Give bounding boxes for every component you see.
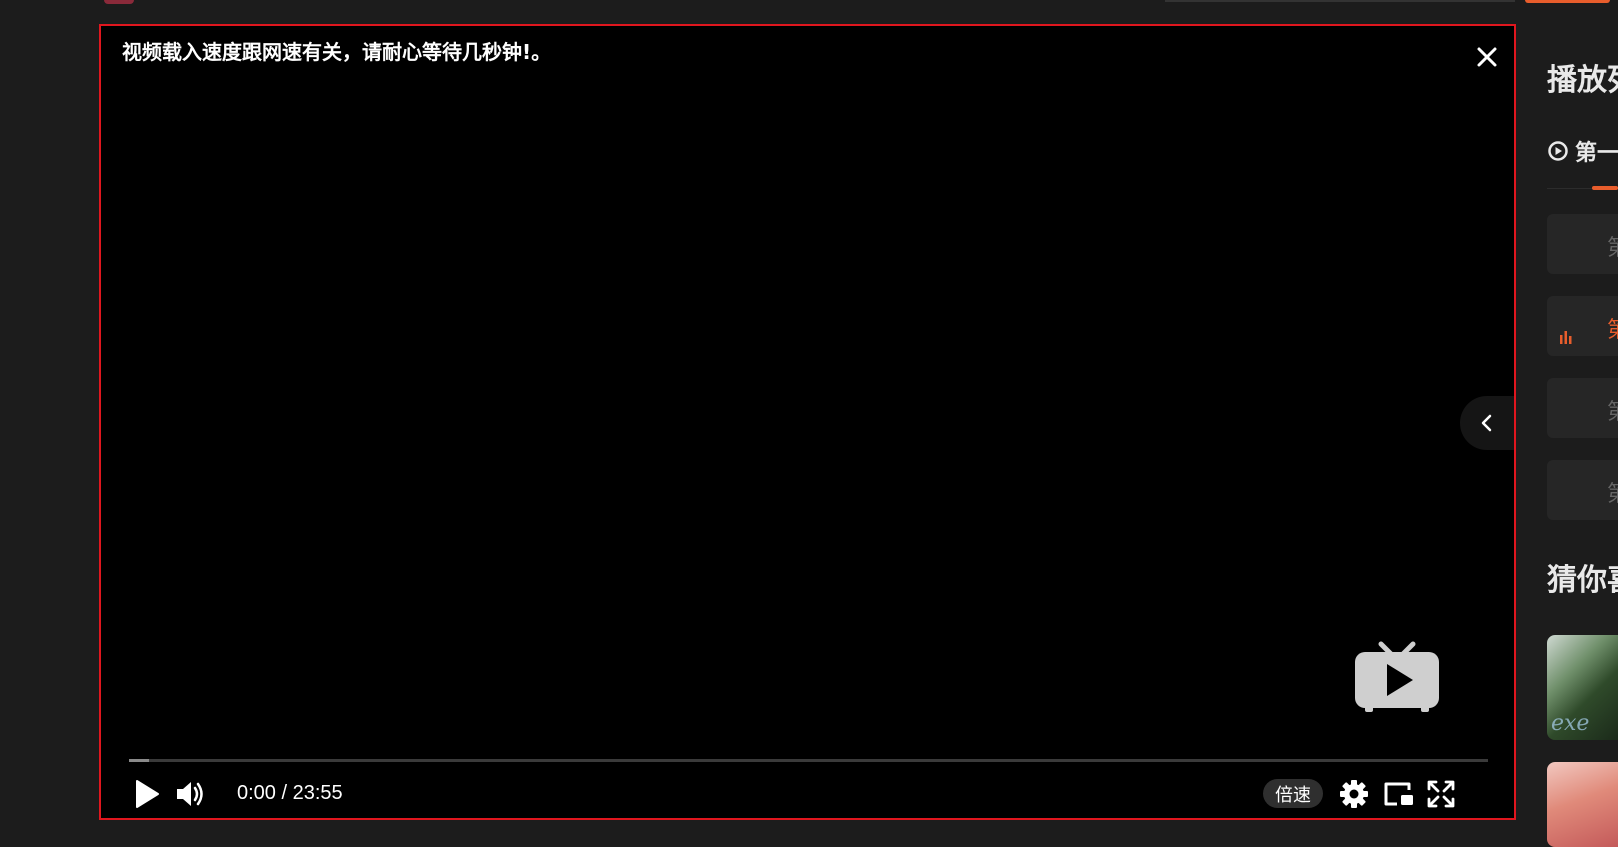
play-icon[interactable] [131,778,163,810]
chevron-left-icon[interactable] [1460,396,1514,450]
recommend-thumbnail[interactable] [1547,762,1618,847]
time-display: 0:00 / 23:55 [237,782,343,804]
thumbnail-text: exe [1551,711,1590,736]
play-circle-icon [1548,141,1568,161]
video-player[interactable]: 视频载入速度跟网速有关，请耐心等待几秒钟!。 0:00 / 23:55 倍速 [99,24,1516,820]
playlist-panel: 播放列 第一 第 第 第 第 猜你喜 [1547,0,1618,847]
episode-label: 第 [1607,476,1618,508]
episode-item[interactable]: 第 [1547,378,1618,438]
episode-item[interactable]: 第 [1547,460,1618,520]
episode-label: 第 [1607,394,1618,426]
picture-in-picture-icon[interactable] [1382,778,1416,810]
episode-item[interactable]: 第 [1547,214,1618,274]
tab-source-1[interactable]: 第一 [1547,135,1618,167]
fullscreen-icon[interactable] [1425,778,1457,810]
loading-notice: 视频载入速度跟网速有关，请耐心等待几秒钟!。 [122,40,552,64]
page: 视频载入速度跟网速有关，请耐心等待几秒钟!。 0:00 / 23:55 倍速 播… [0,0,1618,847]
progress-fill [129,759,150,762]
speed-button[interactable]: 倍速 [1263,779,1323,808]
tab-active-indicator [1592,186,1618,190]
playlist-title: 播放列 [1547,63,1618,98]
gear-icon[interactable] [1338,778,1370,810]
equalizer-icon [1560,331,1572,344]
progress-bar[interactable] [129,759,1488,762]
episode-label: 第 [1607,230,1618,262]
search-bar-hint[interactable] [1165,0,1515,2]
episode-item-active[interactable]: 第 [1547,296,1618,356]
control-bar: 0:00 / 23:55 倍速 [129,776,1488,812]
recommend-title: 猜你喜 [1547,563,1618,598]
tab-source-label: 第一 [1575,141,1618,166]
episode-label: 第 [1607,312,1618,344]
close-icon[interactable] [1472,42,1502,72]
tv-play-icon [1351,636,1443,716]
volume-icon[interactable] [173,778,207,810]
site-logo-hint[interactable] [104,0,134,4]
recommend-thumbnail[interactable]: exe [1547,635,1618,740]
